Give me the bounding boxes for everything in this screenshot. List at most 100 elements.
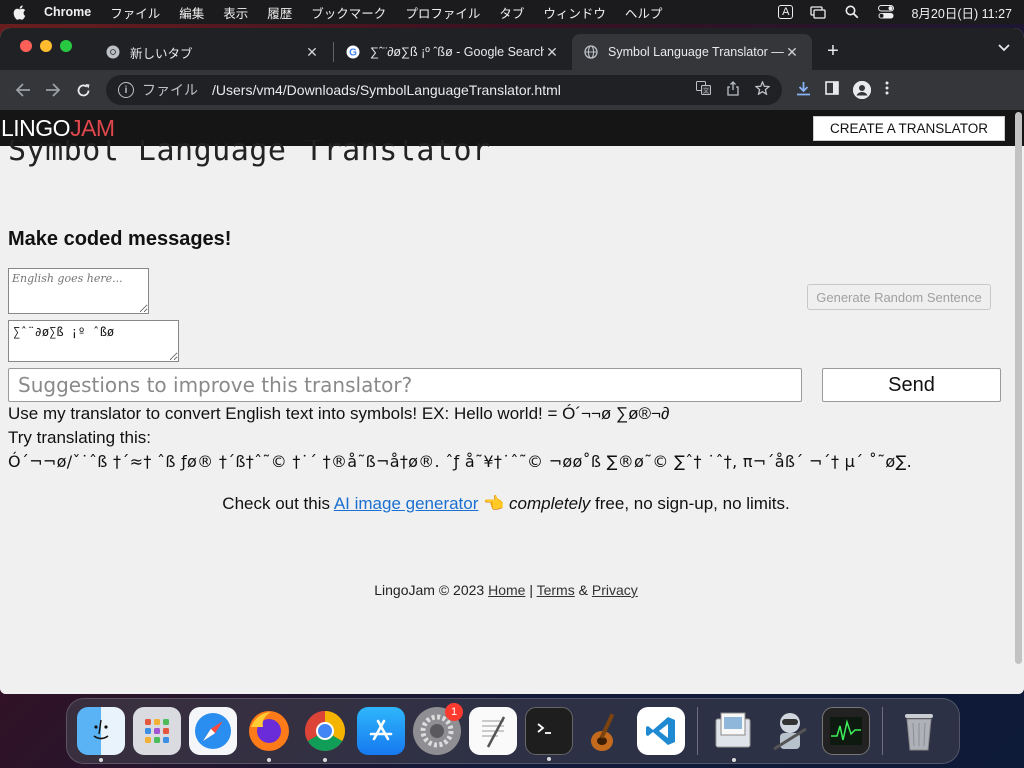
back-arrow-icon[interactable] (8, 75, 38, 105)
system-settings-icon[interactable]: 1 (413, 703, 463, 755)
app-store-icon[interactable] (357, 707, 405, 755)
safari-icon[interactable] (189, 707, 237, 755)
new-tab-plus-icon[interactable]: + (822, 40, 844, 63)
translate-icon[interactable]: 文 (696, 81, 711, 99)
bookmark-star-icon[interactable] (754, 80, 771, 99)
try-translating-symbols: Ó´¬¬ø/ˇ˙ˆß †´≈† ˆß ƒø® †´ß†ˆ˜© †˙´ †®å˜ß… (8, 452, 912, 471)
menu-file[interactable]: ファイル (110, 3, 160, 22)
svg-text:文: 文 (703, 87, 709, 95)
footer-terms-link[interactable]: Terms (537, 582, 575, 598)
promo-prefix: Check out this (222, 494, 334, 513)
footer-brand: LingoJam © 2023 (374, 582, 489, 598)
suggestion-input[interactable]: Suggestions to improve this translator? (8, 368, 802, 402)
page-viewport: LINGOJAM CREATE A TRANSLATOR Symbol Lang… (0, 110, 1024, 694)
finder-icon[interactable] (77, 707, 125, 762)
english-input[interactable] (8, 268, 149, 314)
share-icon[interactable] (727, 81, 739, 99)
address-bar[interactable]: i ファイル /Users/vm4/Downloads/SymbolLangua… (106, 75, 782, 105)
footer-privacy-link[interactable]: Privacy (592, 582, 638, 598)
footer-separator: | (525, 582, 537, 598)
tab-title: Symbol Language Translator — Lingo (608, 45, 784, 59)
try-translating-label: Try translating this: (8, 428, 151, 447)
tab-close-icon[interactable]: ✕ (544, 44, 560, 61)
menu-app-name[interactable]: Chrome (44, 5, 91, 19)
mac-menu-bar: Chrome ファイル 編集 表示 履歴 ブックマーク プロファイル タブ ウィ… (0, 0, 1024, 24)
forward-arrow-icon[interactable] (38, 75, 68, 105)
apple-icon[interactable] (12, 4, 26, 20)
input-method-icon[interactable]: A (778, 5, 794, 19)
symbol-output[interactable]: ∑ˆ¨∂ø∑ß ¡º ˆßø (8, 320, 179, 362)
side-panel-icon[interactable] (825, 81, 839, 99)
garageband-icon[interactable] (581, 707, 629, 755)
menu-help[interactable]: ヘルプ (625, 3, 663, 22)
terminal-icon[interactable] (525, 707, 573, 761)
download-icon[interactable] (796, 81, 811, 100)
tab-strip: 新しいタブ ✕ G ∑ˆ¨∂ø∑ß ¡º ˆßø - Google Search… (0, 28, 1024, 70)
menu-clock[interactable]: 8月20日(日) 11:27 (911, 3, 1012, 22)
automator-icon[interactable] (766, 707, 814, 755)
browser-toolbar: i ファイル /Users/vm4/Downloads/SymbolLangua… (0, 70, 1024, 110)
site-footer: LingoJam © 2023 Home | Terms & Privacy (0, 582, 1012, 598)
textedit-icon[interactable] (469, 707, 517, 755)
footer-home-link[interactable]: Home (488, 582, 525, 598)
tab-new-tab[interactable]: 新しいタブ ✕ (94, 34, 332, 70)
lingojam-logo[interactable]: LINGOJAM (0, 115, 115, 142)
screen-mirroring-icon[interactable] (809, 5, 827, 19)
page-title: Symbol Language Translator (8, 140, 491, 168)
chrome-icon[interactable] (301, 707, 349, 762)
address-url[interactable]: /Users/vm4/Downloads/SymbolLanguageTrans… (212, 82, 561, 98)
dock-separator (697, 707, 698, 755)
tab-title: ∑ˆ¨∂ø∑ß ¡º ˆßø - Google Search (370, 45, 544, 59)
menu-history[interactable]: 履歴 (267, 3, 292, 22)
browser-window: 新しいタブ ✕ G ∑ˆ¨∂ø∑ß ¡º ˆßø - Google Search… (0, 28, 1024, 694)
ai-image-generator-link[interactable]: AI image generator (334, 494, 479, 513)
menu-view[interactable]: 表示 (223, 3, 248, 22)
create-translator-button[interactable]: CREATE A TRANSLATOR (812, 115, 1005, 141)
reload-icon[interactable] (68, 75, 98, 105)
control-center-icon[interactable] (877, 5, 895, 19)
zoom-window-button[interactable] (60, 40, 72, 52)
profile-avatar-icon[interactable] (853, 81, 871, 99)
send-button[interactable]: Send (822, 368, 1001, 402)
running-indicator (99, 758, 103, 762)
menu-edit[interactable]: 編集 (179, 3, 204, 22)
site-info-icon[interactable]: i (118, 82, 134, 98)
footer-ampersand: & (574, 582, 592, 598)
preview-icon[interactable] (710, 707, 758, 762)
menu-tab[interactable]: タブ (499, 3, 524, 22)
menu-bookmarks[interactable]: ブックマーク (311, 3, 386, 22)
chrome-favicon-icon (106, 45, 120, 59)
close-window-button[interactable] (20, 40, 32, 52)
tab-google-search[interactable]: G ∑ˆ¨∂ø∑ß ¡º ˆßø - Google Search ✕ (334, 34, 572, 70)
tab-symbol-translator[interactable]: Symbol Language Translator — Lingo ✕ (572, 34, 812, 70)
svg-text:G: G (349, 48, 357, 59)
page-subtitle: Make coded messages! (8, 228, 232, 250)
tab-title: 新しいタブ (130, 46, 193, 61)
tab-close-icon[interactable]: ✕ (304, 44, 320, 61)
trash-icon[interactable] (895, 707, 943, 755)
vscode-icon[interactable] (637, 707, 685, 755)
page-scrollbar[interactable] (1015, 112, 1022, 664)
tab-close-icon[interactable]: ✕ (784, 44, 800, 61)
minimize-window-button[interactable] (40, 40, 52, 52)
running-indicator (267, 758, 271, 762)
address-scheme: ファイル (142, 82, 198, 98)
logo-jam: JAM (70, 114, 115, 141)
launchpad-icon[interactable] (133, 707, 181, 755)
tab-search-chevron-icon[interactable] (998, 40, 1010, 55)
google-favicon-icon: G (346, 45, 360, 59)
pointing-hand-icon: 👈 (483, 494, 505, 513)
globe-favicon-icon (584, 45, 598, 59)
notification-badge: 1 (445, 703, 463, 721)
activity-monitor-icon[interactable] (822, 707, 870, 755)
translator-description: Use my translator to convert English tex… (8, 404, 670, 423)
promo-emphasis: completely (509, 494, 591, 513)
chrome-menu-icon[interactable] (885, 81, 889, 99)
logo-lingo: LINGO (1, 114, 71, 141)
menu-window[interactable]: ウィンドウ (543, 3, 606, 22)
promo-suffix: free, no sign-up, no limits. (590, 494, 790, 513)
menu-profiles[interactable]: プロファイル (405, 3, 480, 22)
spotlight-search-icon[interactable] (843, 5, 861, 19)
firefox-icon[interactable] (245, 707, 293, 762)
generate-random-sentence-button[interactable]: Generate Random Sentence (807, 284, 991, 310)
